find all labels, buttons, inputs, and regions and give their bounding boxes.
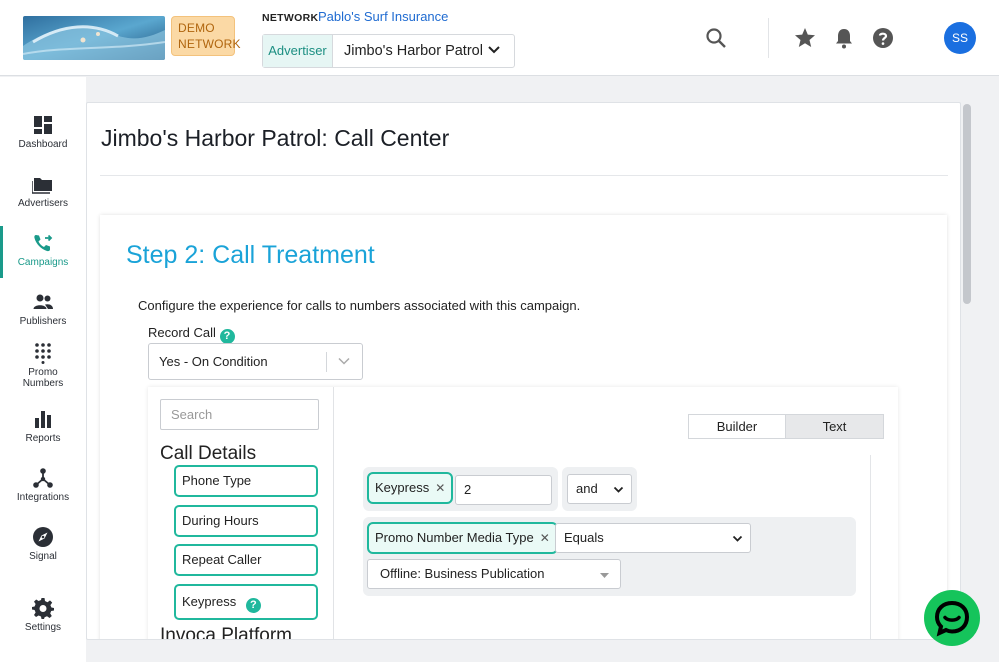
sidebar: Dashboard Advertisers Campaigns Publishe… [0, 77, 86, 662]
dashboard-icon [34, 116, 52, 134]
call-treatment-card: Step 2: Call Treatment Configure the exp… [100, 215, 947, 640]
demo-network-badge: DEMO NETWORK [171, 16, 241, 56]
record-call-label-text: Record Call [148, 325, 216, 340]
rule-field-label: Promo Number Media Type [375, 530, 534, 545]
search-icon[interactable] [704, 26, 728, 50]
main-scrollbar[interactable] [961, 102, 973, 640]
phone-forward-icon [34, 234, 53, 252]
toolbar-divider [768, 18, 769, 58]
field-palette: Search Call Details Phone Type During Ho… [148, 387, 334, 640]
star-icon[interactable] [793, 26, 817, 50]
chevron-down-icon [338, 357, 350, 365]
sidebar-label-advertisers: Advertisers [17, 198, 68, 209]
field-keypress-label: Keypress [182, 594, 237, 609]
step-description: Configure the experience for calls to nu… [138, 298, 581, 313]
top-bar: DEMO NETWORK NETWORK Pablo's Surf Insura… [0, 0, 999, 76]
sidebar-item-publishers[interactable]: Publishers [0, 291, 86, 327]
sidebar-label-reports: Reports [25, 433, 61, 444]
sidebar-label-settings: Settings [24, 622, 62, 633]
rule-field-label: Keypress [375, 480, 430, 495]
condition-builder: Search Call Details Phone Type During Ho… [148, 387, 898, 640]
compass-icon [33, 527, 53, 547]
close-icon[interactable]: ✕ [540, 531, 550, 545]
sidebar-item-dashboard[interactable]: Dashboard [0, 114, 86, 150]
sidebar-label-campaigns: Campaigns [17, 257, 69, 268]
advertiser-tag: Advertiser [263, 35, 333, 67]
chat-bubble-icon [934, 600, 970, 637]
mode-builder-button[interactable]: Builder [689, 415, 786, 438]
field-during-hours[interactable]: During Hours [174, 505, 318, 537]
media-type-value: Offline: Business Publication [380, 566, 545, 581]
record-call-value: Yes - On Condition [159, 354, 268, 369]
sidebar-label-signal: Signal [29, 551, 57, 562]
record-call-label: Record Call ? [148, 325, 235, 344]
user-avatar[interactable]: SS [944, 22, 976, 54]
gear-icon [32, 598, 54, 619]
record-call-select[interactable]: Yes - On Condition [148, 343, 363, 380]
field-keypress[interactable]: Keypress ? [174, 584, 318, 620]
mode-toggle: Builder Text [688, 414, 884, 439]
sidebar-item-promo-numbers[interactable]: Promo Numbers [0, 342, 86, 389]
mode-text-button[interactable]: Text [786, 415, 883, 438]
chevron-down-icon [732, 535, 743, 542]
connector-select[interactable]: and [567, 474, 632, 504]
help-icon[interactable]: ? [245, 598, 261, 613]
caret-down-icon [600, 573, 609, 578]
network-logo[interactable] [23, 16, 165, 60]
sidebar-label-dashboard: Dashboard [18, 139, 68, 150]
folder-icon [32, 178, 52, 194]
scrollbar-thumb[interactable] [963, 104, 971, 304]
title-divider [100, 175, 948, 176]
connector-value: and [576, 481, 598, 496]
sidebar-item-reports[interactable]: Reports [0, 408, 86, 444]
section-invoca-platform: Invoca Platform [160, 625, 292, 640]
network-label: NETWORK [262, 12, 319, 24]
people-icon [33, 294, 53, 309]
dialpad-icon [35, 343, 51, 364]
demo-badge-line2: NETWORK [178, 37, 241, 51]
advertiser-select[interactable]: Advertiser Jimbo's Harbor Patrol [262, 34, 515, 68]
demo-badge-line1: DEMO [178, 21, 215, 35]
section-call-details: Call Details [160, 443, 257, 464]
chevron-down-icon [488, 46, 500, 54]
field-repeat-caller[interactable]: Repeat Caller [174, 544, 318, 576]
main-panel: Jimbo's Harbor Patrol: Call Center Step … [86, 102, 961, 640]
connector-group: and [562, 467, 637, 511]
rule-field-media-type[interactable]: Promo Number Media Type ✕ [367, 522, 558, 554]
network-nodes-icon [33, 468, 53, 488]
media-type-value-select[interactable]: Offline: Business Publication [367, 559, 621, 589]
sidebar-label-publishers: Publishers [19, 316, 67, 327]
sidebar-label-promo-numbers: Promo Numbers [22, 367, 64, 389]
field-search-input[interactable]: Search [160, 399, 319, 430]
operator-value: Equals [564, 530, 604, 545]
sidebar-item-signal[interactable]: Signal [0, 526, 86, 562]
sidebar-item-campaigns[interactable]: Campaigns [0, 226, 86, 278]
page-title: Jimbo's Harbor Patrol: Call Center [101, 125, 450, 151]
keypress-value-input[interactable]: 2 [455, 475, 552, 505]
rule-media-type: Promo Number Media Type ✕ Equals Offline:… [363, 517, 856, 596]
step-title: Step 2: Call Treatment [126, 241, 375, 269]
sidebar-item-settings[interactable]: Settings [0, 597, 86, 633]
sidebar-item-advertisers[interactable]: Advertisers [0, 173, 86, 209]
select-separator [326, 352, 327, 372]
close-icon[interactable]: ✕ [435, 481, 445, 495]
canvas-divider [870, 455, 871, 639]
bell-icon[interactable] [832, 26, 856, 50]
sidebar-label-integrations: Integrations [16, 492, 70, 503]
rule-keypress: Keypress ✕ 2 [363, 467, 558, 511]
rule-field-keypress[interactable]: Keypress ✕ [367, 472, 454, 504]
help-icon[interactable]: ? [219, 329, 235, 344]
help-icon[interactable] [871, 26, 895, 50]
operator-select[interactable]: Equals [555, 523, 751, 553]
network-name-link[interactable]: Pablo's Surf Insurance [318, 9, 448, 24]
chevron-down-icon [613, 486, 624, 493]
field-phone-type[interactable]: Phone Type [174, 465, 318, 497]
bar-chart-icon [35, 411, 51, 428]
sidebar-item-integrations[interactable]: Integrations [0, 467, 86, 503]
chat-launcher-button[interactable] [924, 590, 980, 646]
advertiser-value: Jimbo's Harbor Patrol [344, 43, 483, 59]
